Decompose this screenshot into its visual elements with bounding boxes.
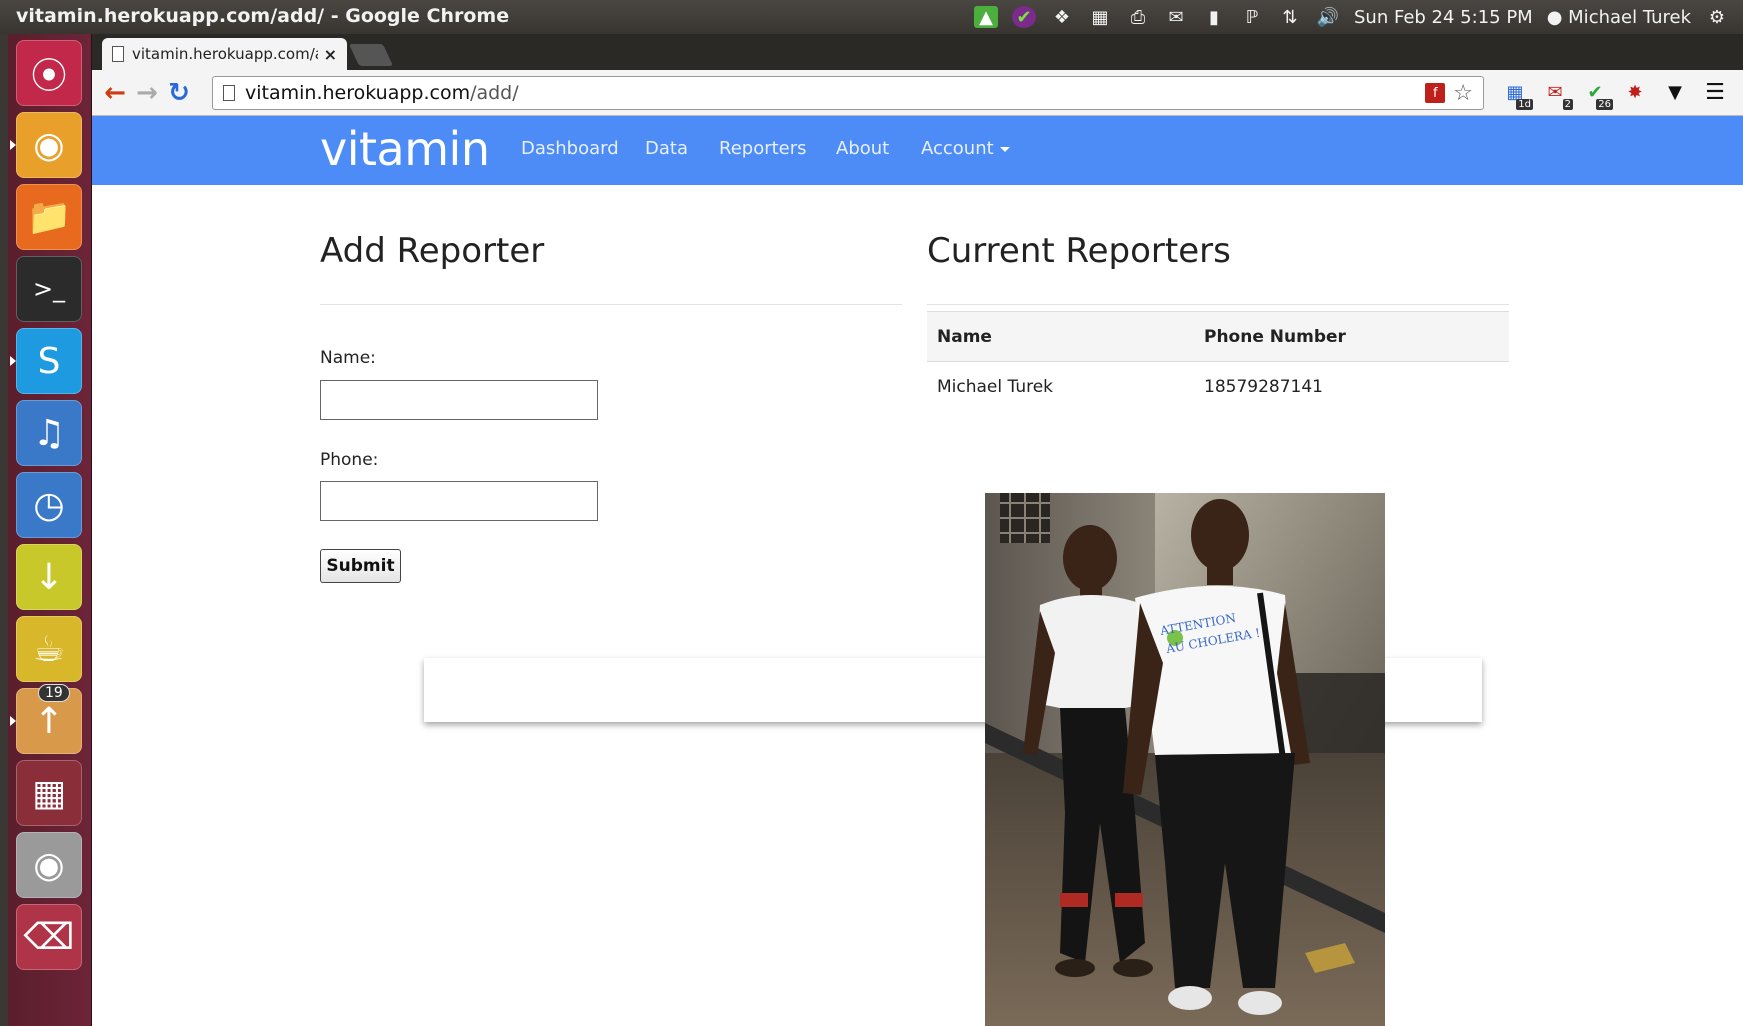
caret-down-icon <box>999 146 1010 152</box>
network-icon[interactable]: ⇅ <box>1278 6 1302 28</box>
running-indicator <box>10 356 16 366</box>
disk-icon[interactable]: ◉ <box>16 832 82 898</box>
printer-icon[interactable]: ⎙ <box>1126 6 1150 28</box>
url-path: /add/ <box>470 82 519 104</box>
teapot-icon[interactable]: ☕ <box>16 616 82 682</box>
address-bar[interactable]: vitamin.herokuapp.com/add/ f ☆ <box>212 76 1484 110</box>
new-tab-button[interactable] <box>348 44 394 66</box>
tasks-badge: 26 <box>1596 99 1613 110</box>
running-indicator <box>10 140 16 150</box>
skype-icon[interactable]: S <box>10 328 82 394</box>
phone-label: Phone: <box>320 450 379 470</box>
reporters-photo: ATTENTION AU CHOLERA ! <box>985 493 1385 1026</box>
ubuntu-logo-icon[interactable]: ⦿ <box>16 40 82 106</box>
gmail-icon[interactable]: ✉ 2 <box>1541 78 1573 110</box>
current-reporters-heading: Current Reporters <box>927 231 1231 271</box>
mail-icon[interactable]: ✉ <box>1164 6 1188 28</box>
column-header-phone: Phone Number <box>1194 311 1509 362</box>
reload-button[interactable]: ↻ <box>164 78 194 108</box>
workspace-icon[interactable]: ▦ <box>1088 6 1112 28</box>
top-panel: vitamin.herokuapp.com/add/ - Google Chro… <box>0 0 1743 34</box>
battery-icon[interactable]: ▮ <box>1202 6 1226 28</box>
nav-account[interactable]: Account <box>921 138 1010 159</box>
upload-icon[interactable]: 19 ↑ <box>10 684 82 754</box>
terminal-icon[interactable]: >_ <box>16 256 82 322</box>
workspace-switcher-icon[interactable]: ▦ <box>16 760 82 826</box>
calendar-badge: 1d <box>1516 99 1533 110</box>
pocket-icon[interactable]: ▼ <box>1661 78 1689 106</box>
reporters-table: Name Phone Number Michael Turek 18579287… <box>927 311 1509 412</box>
nav-reporters[interactable]: Reporters <box>719 138 807 159</box>
extensions: ▦ 1d ✉ 2 ✔ 26 ✸ ▼ ☰ <box>1501 78 1729 110</box>
page-icon <box>112 46 124 62</box>
running-indicator <box>10 716 16 726</box>
calendar-icon[interactable]: ▦ 1d <box>1501 78 1533 110</box>
divider <box>320 304 902 305</box>
nav-account-label: Account <box>921 138 994 159</box>
url-host: vitamin.herokuapp.com <box>245 82 471 104</box>
reporter-name: Michael Turek <box>937 376 1054 397</box>
close-tab-icon[interactable]: × <box>324 45 337 64</box>
user-icon: ● <box>1546 6 1569 28</box>
nav-dashboard[interactable]: Dashboard <box>521 138 619 159</box>
upload-badge: 19 <box>38 684 70 702</box>
table-header-row: Name Phone Number <box>927 311 1509 362</box>
page-viewport: vitamin Dashboard Data Reporters About A… <box>92 116 1743 1026</box>
installer-icon[interactable]: ↓ <box>16 544 82 610</box>
adblock-icon[interactable]: ✸ <box>1621 78 1649 106</box>
add-reporter-heading: Add Reporter <box>320 231 545 271</box>
clock[interactable]: Sun Feb 24 5:15 PM <box>1354 7 1533 28</box>
tab-title: vitamin.herokuapp.com/a <box>132 45 318 63</box>
phone-input[interactable] <box>320 481 598 521</box>
nav-about[interactable]: About <box>836 138 889 159</box>
menu-icon[interactable]: ☰ <box>1701 78 1729 106</box>
column-header-name: Name <box>927 311 1194 362</box>
back-button[interactable]: ← <box>100 78 130 108</box>
site-brand[interactable]: vitamin <box>320 122 490 176</box>
gear-icon[interactable]: ⚙ <box>1705 6 1729 28</box>
submit-button[interactable]: Submit <box>320 549 401 583</box>
music-icon[interactable]: ♫ <box>16 400 82 466</box>
gmail-badge: 2 <box>1562 99 1573 110</box>
user-name: Michael Turek <box>1568 6 1691 28</box>
files-icon[interactable]: 📁 <box>16 184 82 250</box>
bookmark-star-icon[interactable]: ☆ <box>1453 81 1473 106</box>
user-menu[interactable]: ● Michael Turek <box>1547 7 1691 28</box>
check-icon[interactable]: ✔ <box>1012 6 1036 28</box>
site-navbar: vitamin Dashboard Data Reporters About A… <box>92 116 1743 185</box>
forward-button[interactable]: → <box>132 78 162 108</box>
bluetooth-icon[interactable]: ℙ <box>1240 6 1264 28</box>
window-title: vitamin.herokuapp.com/add/ - Google Chro… <box>16 5 510 27</box>
system-tray: ▲ ✔ ❖ ▦ ⎙ ✉ ▮ ℙ ⇅ 🔊 Sun Feb 24 5:15 PM ●… <box>974 4 1729 30</box>
page-icon <box>223 85 235 101</box>
update-icon[interactable]: ▲ <box>974 6 998 28</box>
flash-icon[interactable]: f <box>1425 83 1453 103</box>
browser-toolbar: ← → ↻ vitamin.herokuapp.com/add/ f ☆ ▦ 1d… <box>92 70 1743 116</box>
browser-tab[interactable]: vitamin.herokuapp.com/a × <box>102 38 347 70</box>
table-row: Michael Turek 18579287141 <box>927 362 1509 412</box>
name-label: Name: <box>320 348 376 368</box>
volume-icon[interactable]: 🔊 <box>1316 6 1340 28</box>
divider <box>927 304 1509 305</box>
nav-data[interactable]: Data <box>645 138 688 159</box>
name-input[interactable] <box>320 380 598 420</box>
trash-icon[interactable]: ⌫ <box>16 904 82 970</box>
chrome-icon[interactable]: ◉ <box>10 112 82 178</box>
clock-app-icon[interactable]: ◷ <box>16 472 82 538</box>
dropbox-icon[interactable]: ❖ <box>1050 6 1074 28</box>
launcher: ⦿ ◉ 📁 >_ S ♫ ◷ ↓ ☕ 19 ↑ ▦ ◉ ⌫ <box>8 34 92 1026</box>
tab-strip: vitamin.herokuapp.com/a × <box>92 34 1743 70</box>
tasks-icon[interactable]: ✔ 26 <box>1581 78 1613 110</box>
reporter-phone: 18579287141 <box>1204 376 1323 397</box>
